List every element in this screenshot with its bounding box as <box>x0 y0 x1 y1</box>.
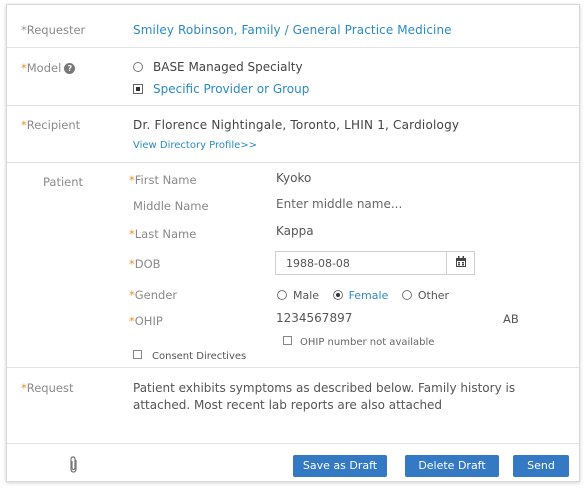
requester-name: Smiley Robinson, Family / General Practi… <box>133 23 452 37</box>
ohip-input[interactable]: 1234567897 <box>276 311 352 325</box>
divider <box>7 47 579 48</box>
consent-directives-checkbox[interactable]: Consent Directives <box>133 350 246 362</box>
send-button[interactable]: Send <box>513 455 569 477</box>
radio-icon[interactable] <box>401 290 412 300</box>
radio-icon[interactable] <box>133 62 143 72</box>
middle-name-label: Middle Name <box>133 199 209 213</box>
radio-selected-icon[interactable] <box>332 290 343 300</box>
request-label: *Request <box>21 381 74 395</box>
gender-option-male[interactable]: Male <box>277 289 319 302</box>
paperclip-icon <box>70 456 77 473</box>
referral-form: *Requester Smiley Robinson, Family / Gen… <box>6 4 580 482</box>
model-label: *Model? <box>21 61 76 75</box>
calendar-button[interactable] <box>446 252 474 274</box>
divider <box>7 105 579 106</box>
last-name-input[interactable]: Kappa <box>276 224 314 238</box>
middle-name-input[interactable]: Enter middle name... <box>276 197 402 211</box>
radio-icon[interactable] <box>277 290 287 300</box>
gender-option-female[interactable]: Female <box>332 289 388 302</box>
model-option-specific[interactable]: Specific Provider or Group <box>133 82 309 96</box>
delete-draft-button[interactable]: Delete Draft <box>405 455 499 477</box>
ohip-label: *OHIP <box>129 314 163 328</box>
first-name-label: *First Name <box>129 173 197 187</box>
radio-selected-icon[interactable] <box>133 84 143 94</box>
question-circle-icon[interactable]: ? <box>64 63 76 74</box>
checkbox-icon[interactable] <box>283 336 292 345</box>
save-draft-button[interactable]: Save as Draft <box>293 455 387 477</box>
patient-label: Patient <box>43 175 84 189</box>
view-directory-link[interactable]: View Directory Profile>> <box>133 140 257 151</box>
request-textarea[interactable]: Patient exhibits symptoms as described b… <box>133 380 573 414</box>
requester-label: *Requester <box>21 23 86 37</box>
ohip-province[interactable]: AB <box>503 312 519 326</box>
model-option-base[interactable]: BASE Managed Specialty <box>133 60 303 74</box>
gender-radio-group: Male Female Other <box>277 289 459 302</box>
checkbox-icon[interactable] <box>133 350 142 359</box>
attach-button[interactable] <box>67 455 81 475</box>
dob-input[interactable]: 1988-08-08 <box>275 251 475 275</box>
divider <box>7 443 579 444</box>
recipient-label: *Recipient <box>21 118 81 132</box>
calendar-icon <box>456 256 466 267</box>
recipient-name: Dr. Florence Nightingale, Toronto, LHIN … <box>133 118 460 132</box>
dob-label: *DOB <box>129 257 161 271</box>
last-name-label: *Last Name <box>129 227 197 241</box>
gender-option-other[interactable]: Other <box>401 289 449 302</box>
divider <box>7 162 579 163</box>
first-name-input[interactable]: Kyoko <box>276 171 311 185</box>
ohip-not-available-checkbox[interactable]: OHIP number not available <box>283 336 434 348</box>
gender-label: *Gender <box>129 288 178 302</box>
divider <box>7 367 579 368</box>
